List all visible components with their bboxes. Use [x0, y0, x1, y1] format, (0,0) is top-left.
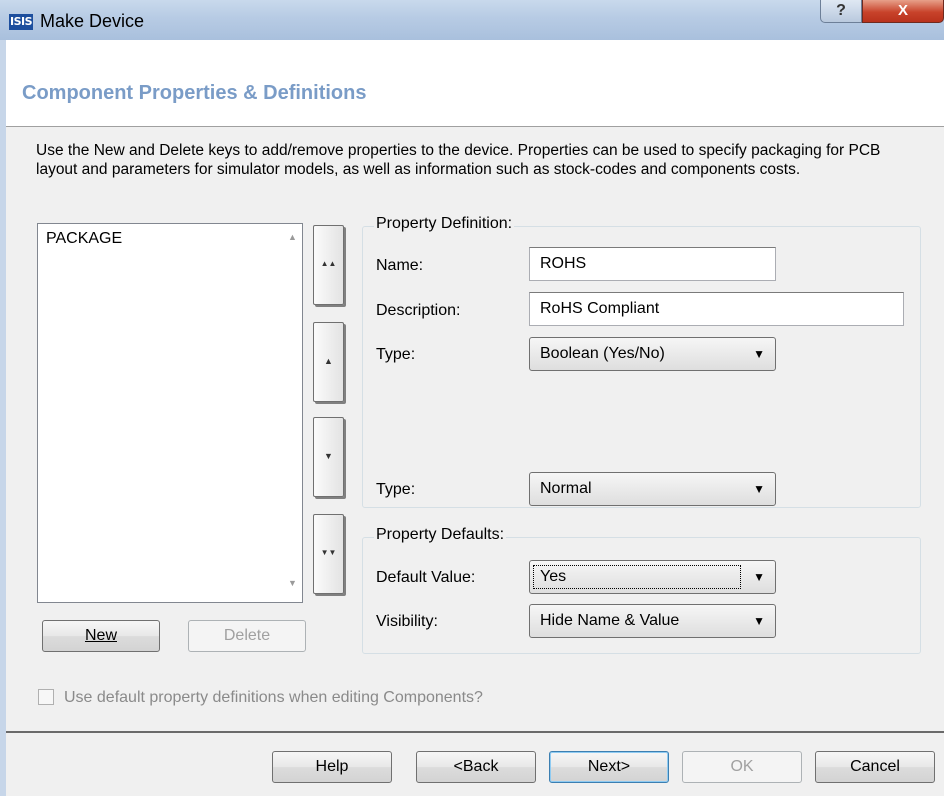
delete-button[interactable]: Delete	[188, 620, 306, 652]
up-arrow-icon: ▲	[324, 356, 333, 366]
close-window-button[interactable]: X	[862, 0, 944, 23]
new-button-label: New	[84, 627, 117, 644]
next-button[interactable]: Next>	[549, 751, 669, 783]
header-divider	[6, 126, 944, 127]
chevron-down-icon: ▼	[753, 347, 765, 361]
double-up-arrow-icon: ▲▲	[320, 259, 337, 268]
type2-select[interactable]: Normal ▼	[529, 472, 776, 506]
default-value-select[interactable]: Yes ▼	[529, 560, 776, 594]
type-select[interactable]: Boolean (Yes/No) ▼	[529, 337, 776, 371]
name-label: Name:	[376, 257, 424, 274]
list-scrollbar[interactable]: ▲ ▼	[284, 224, 302, 602]
new-button[interactable]: New	[42, 620, 160, 652]
visibility-select-value: Hide Name & Value	[540, 612, 680, 629]
type2-label: Type:	[376, 481, 416, 498]
scroll-down-icon[interactable]: ▼	[288, 578, 297, 588]
property-definition-label: Property Definition:	[374, 215, 515, 233]
properties-list[interactable]: PACKAGE ▲ ▼	[37, 223, 303, 603]
type-label: Type:	[376, 346, 416, 363]
ok-button-label: OK	[730, 758, 754, 775]
description-label: Description:	[376, 302, 461, 319]
type2-select-value: Normal	[540, 480, 592, 497]
use-default-definitions-label: Use default property definitions when ed…	[64, 689, 483, 706]
chevron-down-icon: ▼	[753, 482, 765, 496]
back-button[interactable]: <Back	[416, 751, 536, 783]
help-button-label: Help	[315, 758, 349, 775]
next-button-label: Next>	[587, 758, 631, 775]
description-field[interactable]: RoHS Compliant	[529, 292, 904, 326]
cancel-button-label: Cancel	[850, 758, 900, 775]
move-up-button[interactable]: ▲	[313, 322, 344, 402]
ok-button[interactable]: OK	[682, 751, 802, 783]
delete-button-label: Delete	[223, 627, 271, 644]
default-value-label: Default Value:	[376, 569, 476, 586]
property-defaults-label: Property Defaults:	[374, 526, 507, 544]
help-window-button[interactable]: ?	[820, 0, 862, 23]
move-down-button[interactable]: ▼	[313, 417, 344, 497]
back-button-label: <Back	[453, 758, 499, 775]
cancel-button[interactable]: Cancel	[815, 751, 935, 783]
page-title: Component Properties & Definitions	[22, 82, 367, 104]
visibility-label: Visibility:	[376, 613, 438, 630]
use-default-definitions-checkbox[interactable]	[38, 689, 54, 705]
move-bottom-button[interactable]: ▼▼	[313, 514, 344, 594]
double-down-arrow-icon: ▼▼	[320, 548, 337, 557]
footer-divider	[6, 731, 944, 733]
window-frame	[0, 40, 6, 796]
name-field[interactable]: ROHS	[529, 247, 776, 281]
instructions-text: Use the New and Delete keys to add/remov…	[36, 142, 881, 178]
scroll-up-icon[interactable]: ▲	[288, 232, 297, 242]
chevron-down-icon: ▼	[753, 614, 765, 628]
visibility-select[interactable]: Hide Name & Value ▼	[529, 604, 776, 638]
type-select-value: Boolean (Yes/No)	[540, 345, 665, 362]
focus-rectangle	[533, 565, 741, 589]
help-button[interactable]: Help	[272, 751, 392, 783]
chevron-down-icon: ▼	[753, 570, 765, 584]
window-title: Make Device	[40, 11, 145, 31]
move-top-button[interactable]: ▲▲	[313, 225, 344, 305]
down-arrow-icon: ▼	[324, 451, 333, 461]
app-logo-icon: ISIS	[9, 14, 33, 30]
list-item[interactable]: PACKAGE	[46, 230, 122, 248]
